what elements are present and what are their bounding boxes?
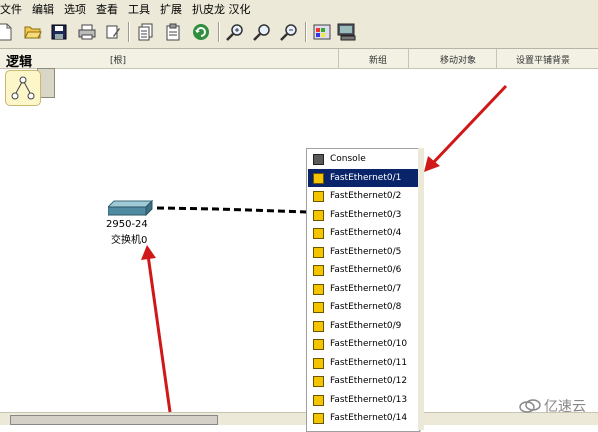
watermark-text: 亿速云: [544, 399, 586, 415]
annotation-arrows: [141, 84, 508, 413]
arrow-to-port: [424, 84, 508, 172]
arrow-to-switch: [141, 245, 172, 413]
watermark: 亿速云: [519, 396, 586, 416]
cloud-logo-icon: [519, 399, 541, 413]
